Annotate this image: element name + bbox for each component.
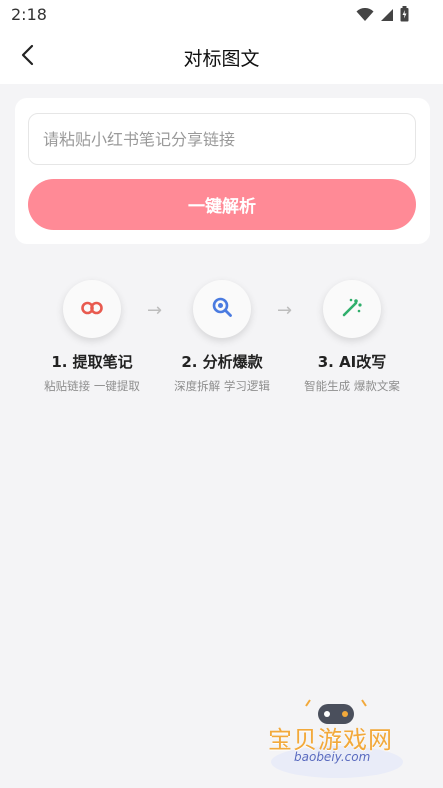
step-analyze-desc: 深度拆解 学习逻辑 <box>174 379 270 393</box>
step-analyze: 2. 分析爆款 深度拆解 学习逻辑 <box>157 280 287 394</box>
step-analyze-title: 2. 分析爆款 <box>181 353 263 371</box>
parse-button[interactable]: 一键解析 <box>28 179 416 230</box>
step-rewrite-desc: 智能生成 爆款文案 <box>304 379 400 393</box>
step-extract: 1. 提取笔记 粘贴链接 一键提取 <box>27 280 157 394</box>
share-link-input[interactable] <box>28 113 416 165</box>
wifi-icon <box>356 7 374 26</box>
step-analyze-icon-circle <box>193 280 251 338</box>
status-icons <box>356 6 409 26</box>
status-bar: 2:18 <box>0 0 443 30</box>
step-extract-desc: 粘贴链接 一键提取 <box>44 379 140 393</box>
status-time: 2:18 <box>11 5 47 24</box>
signal-icon <box>380 7 394 26</box>
page-title: 对标图文 <box>183 48 260 70</box>
step-extract-icon-circle <box>63 280 121 338</box>
search-analysis-icon <box>211 296 233 322</box>
step-extract-title: 1. 提取笔记 <box>51 353 133 371</box>
watermark-subtitle: baobeiy.com <box>294 750 371 764</box>
link-icon <box>81 300 103 319</box>
step-rewrite-title: 3. AI改写 <box>317 353 387 371</box>
step-rewrite: 3. AI改写 智能生成 爆款文案 <box>287 280 417 394</box>
battery-icon <box>400 6 409 26</box>
sparkle-icon <box>341 296 363 322</box>
watermark-logo: 宝贝游戏网 baobeiy.com <box>262 698 412 782</box>
step-rewrite-icon-circle <box>323 280 381 338</box>
nav-bar: 对标图文 <box>0 30 443 84</box>
link-input-card: 一键解析 <box>15 98 430 244</box>
